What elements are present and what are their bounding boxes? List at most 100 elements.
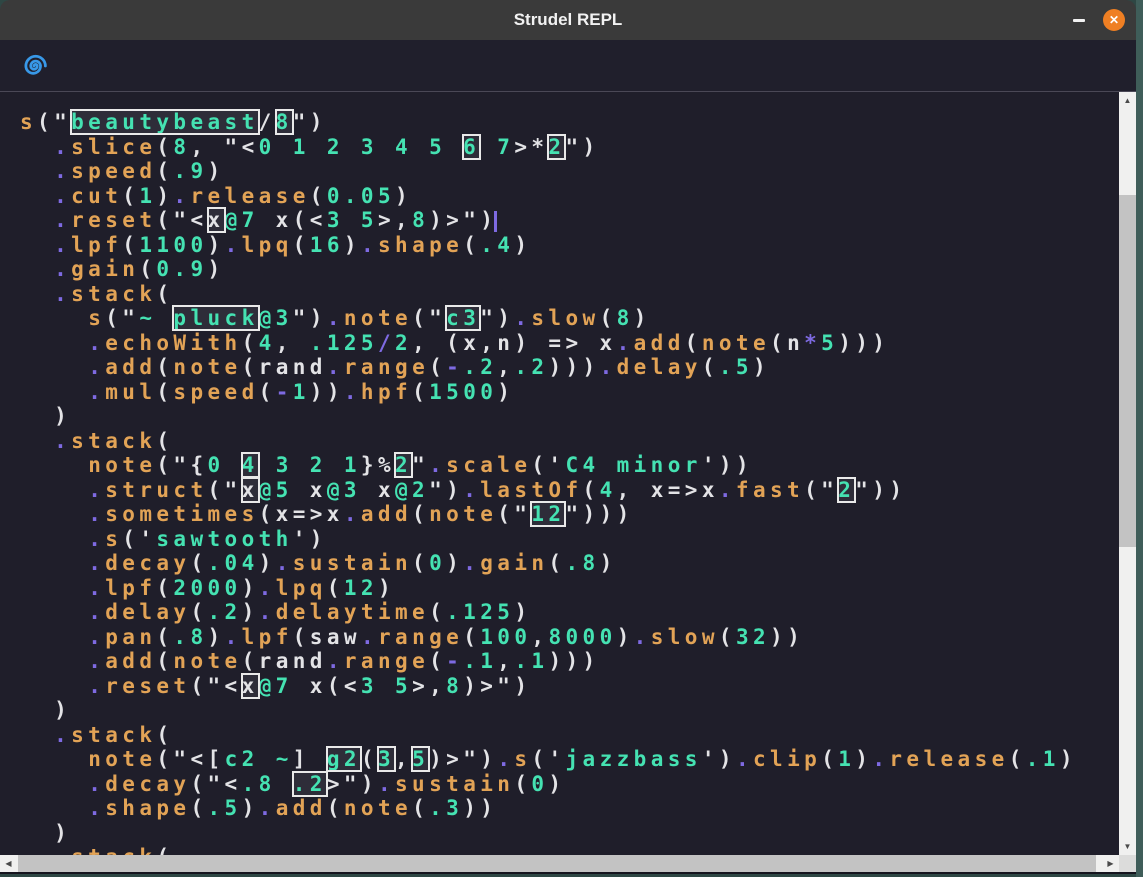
code-token: ,	[531, 625, 548, 649]
code-token: .	[327, 306, 344, 330]
code-token: .	[88, 600, 105, 624]
code-line: s("~ pluck@3").note("c3").slow(8)	[20, 306, 1119, 331]
code-token: ]	[293, 747, 327, 771]
code-token	[20, 600, 88, 624]
code-line: .reset("<x@7 x(<3 5>,8)>")	[20, 208, 1119, 233]
minimize-button[interactable]	[1068, 9, 1090, 31]
vertical-scrollbar[interactable]: ▲ ▼	[1119, 92, 1136, 855]
code-token: >*	[514, 135, 548, 159]
code-token: ('	[122, 527, 156, 551]
code-token: )))	[548, 649, 599, 673]
code-line: .stack(	[20, 429, 1119, 454]
code-token: ("<	[190, 674, 241, 698]
code-token: '))	[702, 453, 753, 477]
code-token: .8	[173, 625, 207, 649]
code-line: .lpf(2000).lpq(12)	[20, 576, 1119, 601]
code-token: note	[88, 453, 156, 477]
code-token: 16	[310, 233, 344, 257]
scroll-left-button[interactable]: ◀	[0, 855, 17, 872]
code-token: 3 2 1	[259, 453, 361, 477]
code-token: (	[702, 355, 719, 379]
code-token: }%	[361, 453, 395, 477]
code-line: .stack(	[20, 845, 1119, 855]
code-token: 8000	[548, 625, 616, 649]
code-token: 6	[463, 135, 480, 159]
scroll-up-button[interactable]: ▲	[1119, 92, 1136, 109]
scroll-right-button[interactable]: ▶	[1102, 855, 1119, 872]
code-area[interactable]: s("beautybeast/8") .slice(8, "<0 1 2 3 4…	[0, 92, 1119, 855]
code-token: clip	[753, 747, 821, 771]
code-token: , x=>x	[617, 478, 719, 502]
code-token: note	[429, 502, 497, 526]
strudel-logo-icon[interactable]	[21, 53, 47, 79]
code-token: 2	[395, 453, 412, 477]
code-token: (	[719, 625, 736, 649]
code-line: .echoWith(4, .125/2, (x,n) => x.add(note…	[20, 331, 1119, 356]
code-token: .125	[310, 331, 378, 355]
code-token: (	[412, 551, 429, 575]
code-line: .add(note(rand.range(-.2,.2))).delay(.5)	[20, 355, 1119, 380]
code-token: @7	[259, 674, 293, 698]
code-line: .slice(8, "<0 1 2 3 4 5 6 7>*2")	[20, 135, 1119, 160]
code-token: lpf	[105, 576, 156, 600]
code-token: (	[242, 331, 259, 355]
code-line: .stack(	[20, 723, 1119, 748]
titlebar[interactable]: Strudel REPL ✕	[0, 0, 1136, 40]
code-token: ("<	[156, 208, 207, 232]
code-token: .	[225, 233, 242, 257]
code-token: )	[242, 600, 259, 624]
code-token: sometimes	[105, 502, 258, 526]
code-token: )	[617, 625, 634, 649]
code-token: .	[463, 551, 480, 575]
code-token: ")	[293, 306, 327, 330]
scroll-down-button[interactable]: ▼	[1119, 838, 1136, 855]
code-token: (	[412, 796, 429, 820]
code-token: )))	[838, 331, 889, 355]
code-token: )>")	[429, 208, 497, 232]
code-token: release	[190, 184, 309, 208]
code-token: (	[122, 233, 139, 257]
code-token: .	[327, 355, 344, 379]
code-token: , "<	[190, 135, 258, 159]
code-token: (	[156, 355, 173, 379]
code-token: 12	[531, 502, 565, 526]
code-token: (	[583, 478, 600, 502]
close-button[interactable]: ✕	[1103, 9, 1125, 31]
code-token: .	[88, 551, 105, 575]
scrollbar-corner	[1119, 855, 1136, 872]
code-token: .	[54, 184, 71, 208]
minimize-icon	[1073, 19, 1085, 22]
horizontal-scrollbar[interactable]: ◀ ▶	[0, 855, 1119, 872]
code-token: (	[770, 331, 787, 355]
code-token: )	[497, 380, 514, 404]
code-token: )))	[548, 355, 599, 379]
code-token: .	[327, 649, 344, 673]
code-token: 3	[378, 747, 395, 771]
code-token: stack	[71, 845, 156, 855]
code-token: 8	[412, 208, 429, 232]
code-token	[20, 747, 88, 771]
code-token: 8	[276, 110, 293, 134]
code-token: ))	[310, 380, 344, 404]
code-token: ~	[139, 306, 173, 330]
code-token: reset	[105, 674, 190, 698]
code-token: mul	[105, 380, 156, 404]
code-token: .	[617, 331, 634, 355]
code-token: -	[446, 649, 463, 673]
code-token: x	[242, 478, 259, 502]
code-token: .	[88, 478, 105, 502]
code-token: -	[446, 355, 463, 379]
code-token: beautybeast	[71, 110, 258, 134]
code-token: 0.9	[156, 257, 207, 281]
code-token: .	[361, 233, 378, 257]
code-token: (	[600, 306, 617, 330]
code-token: .1	[1026, 747, 1060, 771]
code-token: )	[259, 551, 276, 575]
code-line: )	[20, 404, 1119, 429]
horizontal-scrollbar-thumb[interactable]	[18, 855, 1096, 872]
vertical-scrollbar-thumb[interactable]	[1119, 195, 1136, 547]
code-token: add	[105, 649, 156, 673]
code-token: (	[156, 576, 173, 600]
code-token: ("{	[156, 453, 207, 477]
code-token: .2	[208, 600, 242, 624]
